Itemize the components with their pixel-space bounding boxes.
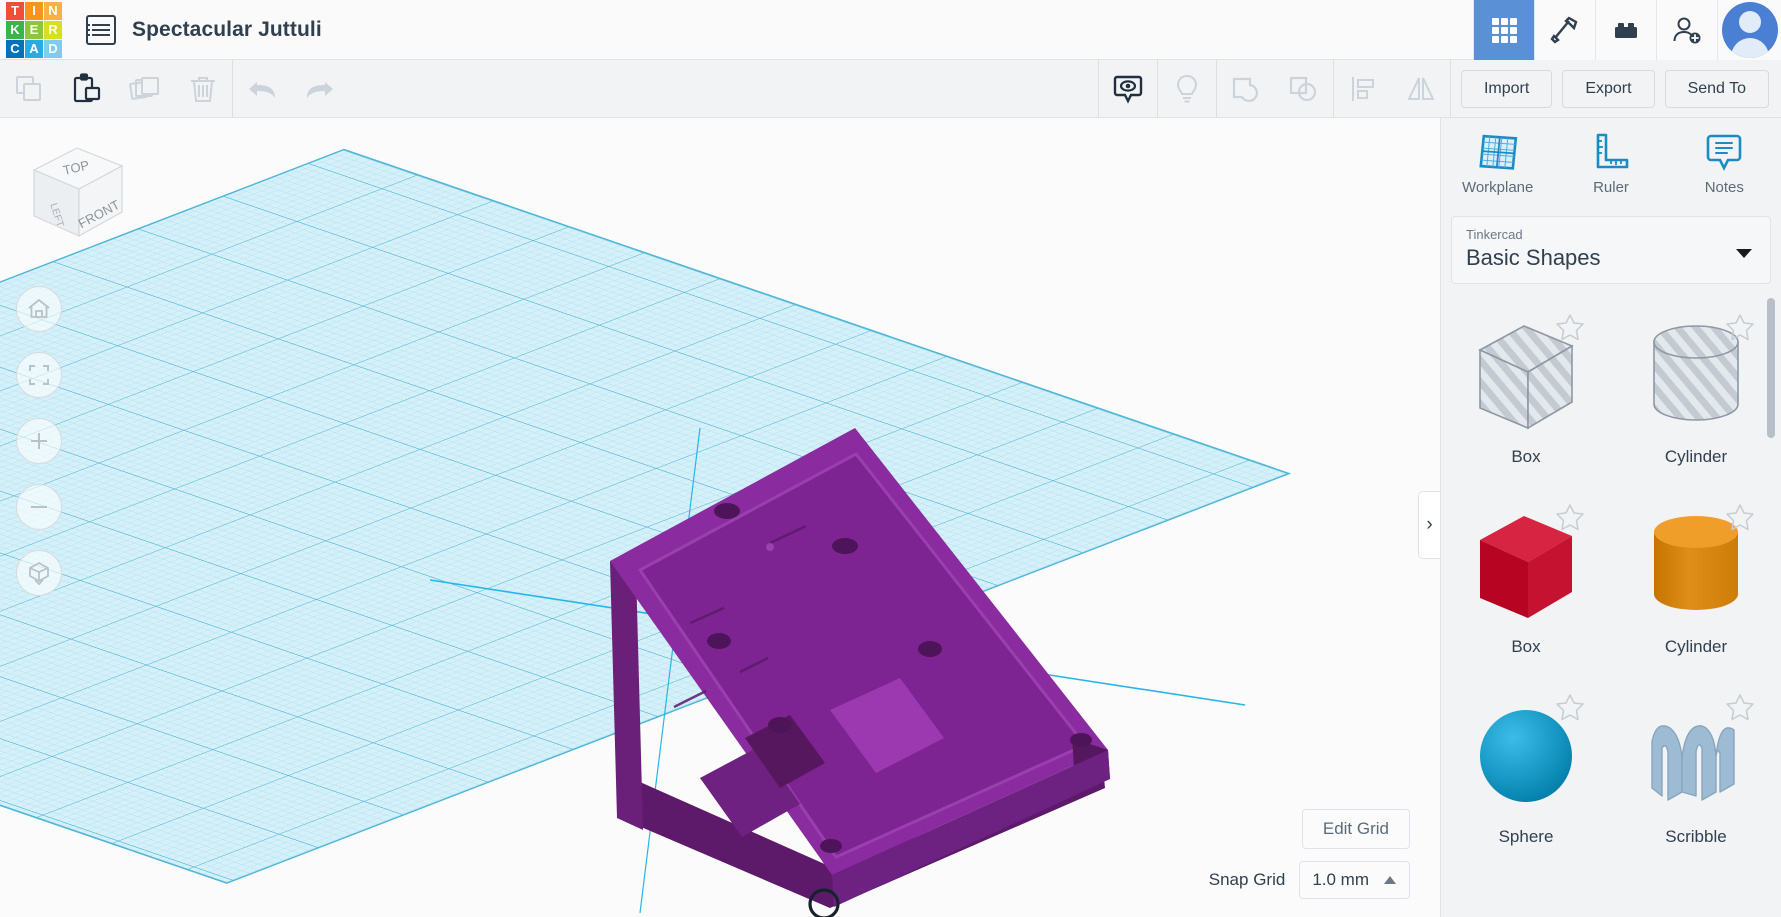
copy-icon[interactable] — [0, 60, 58, 118]
shape-item-label: Cylinder — [1664, 446, 1728, 466]
favorite-star-icon[interactable] — [1555, 312, 1585, 347]
workplane-icon — [1479, 134, 1517, 170]
view-cube[interactable]: TOP LEFT FRONT — [22, 136, 132, 246]
shape-library-value: Basic Shapes — [1466, 245, 1601, 270]
panel-tools: Workplane Ruler Notes — [1441, 118, 1781, 208]
snap-grid-value: 1.0 mm — [1312, 870, 1369, 889]
tinkercad-app: TIN KER CAD Spectacular Juttuli Import Exp… — [0, 0, 1781, 917]
list-icon[interactable] — [86, 14, 116, 45]
shape-item-label: Sphere — [1498, 826, 1554, 846]
export-button[interactable]: Export — [1562, 69, 1655, 108]
shape-item-label: Box — [1511, 636, 1541, 656]
logo-tile-t-0: T — [6, 1, 24, 20]
user-avatar-image — [1721, 1, 1778, 58]
shape-item-scribble-5[interactable]: Scribble — [1611, 676, 1781, 866]
snap-grid-select[interactable]: 1.0 mm — [1299, 861, 1410, 899]
canvas-scene: Workplane — [0, 148, 1292, 917]
shape-scrollbar-track[interactable] — [1767, 296, 1778, 917]
snap-grid-label: Snap Grid — [1208, 870, 1286, 889]
home-view-icon[interactable] — [16, 286, 62, 332]
group-icon[interactable] — [1217, 60, 1275, 118]
orthographic-view-icon[interactable] — [16, 550, 62, 596]
notes-tool-label: Notes — [1704, 179, 1744, 196]
topbar-right-group — [1473, 0, 1781, 60]
favorite-star-icon[interactable] — [1555, 502, 1585, 537]
shape-item-label: Scribble — [1665, 826, 1727, 846]
3d-canvas[interactable]: Workplane TOP — [0, 118, 1440, 917]
shape-item-label: Box — [1511, 446, 1541, 466]
top-bar: TIN KER CAD Spectacular Juttuli — [0, 0, 1781, 60]
logo-tile-n-2: N — [44, 1, 62, 20]
duplicate-icon[interactable] — [116, 60, 174, 118]
logo-tile-c-6: C — [6, 39, 24, 58]
align-icon[interactable] — [1334, 60, 1392, 118]
avatar[interactable] — [1717, 0, 1781, 60]
logo-tile-e-4: E — [25, 20, 43, 39]
chevron-down-icon[interactable] — [1736, 249, 1752, 258]
grid-apps-icon[interactable] — [1473, 0, 1534, 60]
zoom-out-icon[interactable] — [16, 484, 62, 530]
add-person-icon[interactable] — [1656, 0, 1717, 60]
pickaxe-minecraft-icon[interactable] — [1534, 0, 1595, 60]
ungroup-icon[interactable] — [1275, 60, 1333, 118]
send-to-button[interactable]: Send To — [1664, 69, 1769, 108]
favorite-star-icon[interactable] — [1725, 692, 1755, 727]
ruler-tool[interactable]: Ruler — [1554, 118, 1667, 208]
paste-icon[interactable] — [58, 60, 116, 118]
logo-tile-k-3: K — [6, 20, 24, 39]
redo-icon[interactable] — [291, 60, 349, 118]
logo-tile-d-8: D — [44, 39, 62, 58]
mirror-icon[interactable] — [1392, 60, 1450, 118]
tinkercad-logo[interactable]: TIN KER CAD — [6, 1, 62, 58]
delete-icon[interactable] — [174, 60, 232, 118]
logo-tile-a-7: A — [25, 39, 43, 58]
zoom-in-icon[interactable] — [16, 418, 62, 464]
notes-tool[interactable]: Notes — [1668, 118, 1781, 208]
shape-item-label: Cylinder — [1664, 636, 1728, 656]
shape-library-label: Tinkercad — [1466, 227, 1523, 242]
notes-icon — [1707, 134, 1742, 171]
lego-brick-icon[interactable] — [1595, 0, 1656, 60]
view-nav-controls — [16, 286, 62, 596]
shape-grid: Box Cylinder Box Cylinder Sphere Scribbl… — [1441, 296, 1781, 866]
workplane-tool[interactable]: Workplane — [1441, 118, 1554, 208]
shape-scrollbar-thumb[interactable] — [1767, 298, 1775, 438]
panel-collapse-handle[interactable]: › — [1418, 491, 1440, 559]
shape-item-cylinder-3[interactable]: Cylinder — [1611, 486, 1781, 676]
import-button[interactable]: Import — [1460, 69, 1553, 108]
grid-controls: Edit Grid Snap Grid 1.0 mm — [1209, 809, 1410, 899]
shape-item-box-2[interactable]: Box — [1441, 486, 1611, 676]
shape-item-cylinder-1[interactable]: Cylinder — [1611, 296, 1781, 486]
snap-grid-row: Snap Grid 1.0 mm — [1209, 861, 1410, 899]
shapes-panel: Workplane Ruler Notes Tinkercad Basic Sh… — [1440, 118, 1781, 917]
shape-item-sphere-4[interactable]: Sphere — [1441, 676, 1611, 866]
fit-to-view-icon[interactable] — [16, 352, 62, 398]
logo-tile-r-5: R — [44, 20, 62, 39]
shape-item-box-0[interactable]: Box — [1441, 296, 1611, 486]
edit-toolbar: Import Export Send To — [0, 59, 1781, 118]
logo-tile-i-1: I — [25, 1, 43, 20]
edit-grid-button[interactable]: Edit Grid — [1301, 809, 1410, 849]
ruler-tool-label: Ruler — [1593, 179, 1629, 196]
undo-icon[interactable] — [233, 60, 291, 118]
show-hide-eye-icon[interactable] — [1099, 60, 1157, 118]
caret-up-icon — [1384, 876, 1396, 884]
shape-library-select[interactable]: Tinkercad Basic Shapes — [1451, 216, 1771, 284]
page-title: Spectacular Juttuli — [132, 17, 322, 41]
lightbulb-icon[interactable] — [1158, 60, 1216, 118]
workplane-tool-label: Workplane — [1461, 179, 1534, 196]
toolbar-divider-6 — [1449, 59, 1451, 118]
favorite-star-icon[interactable] — [1725, 312, 1755, 347]
ruler-icon — [1596, 133, 1629, 169]
favorite-star-icon[interactable] — [1555, 692, 1585, 727]
shape-list[interactable]: Box Cylinder Box Cylinder Sphere Scribbl… — [1441, 296, 1781, 917]
favorite-star-icon[interactable] — [1725, 502, 1755, 537]
